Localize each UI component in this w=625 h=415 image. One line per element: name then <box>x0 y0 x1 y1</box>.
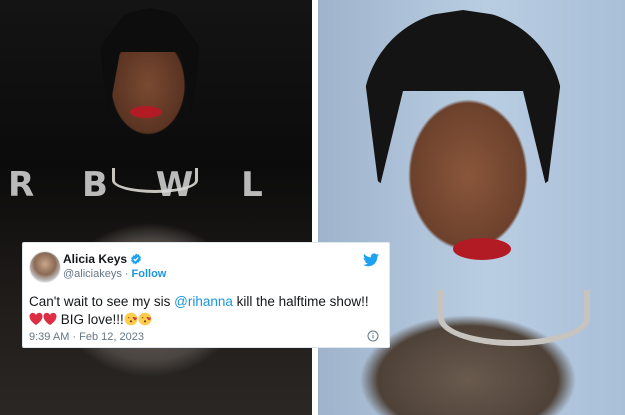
red-heart-icon <box>29 312 43 326</box>
info-icon[interactable] <box>367 330 379 342</box>
mention-link[interactable]: @rihanna <box>174 294 233 309</box>
tweet-line-2-text: BIG love!!! <box>57 312 124 327</box>
necklace <box>438 290 590 346</box>
author-handle[interactable]: @aliciakeys <box>63 268 122 280</box>
kiss-face-icon <box>138 312 152 326</box>
follow-button[interactable]: Follow <box>132 268 167 280</box>
twitter-bird-icon[interactable] <box>363 253 379 267</box>
tweet-timestamp[interactable]: 9:39 AM · Feb 12, 2023 <box>29 331 144 343</box>
hair <box>363 10 563 190</box>
tweet-text-before: Can't wait to see my sis <box>29 294 175 309</box>
lips <box>453 238 511 260</box>
author-handle-row: @aliciakeys · Follow <box>63 268 166 280</box>
stage-backdrop-text: R B W L <box>8 165 281 205</box>
red-heart-icon <box>43 312 57 326</box>
hair <box>100 8 200 118</box>
separator: · <box>124 268 129 280</box>
verified-badge-icon <box>131 253 141 265</box>
author-display-name[interactable]: Alicia Keys <box>63 252 127 266</box>
avatar[interactable] <box>29 251 61 283</box>
tweet-text: Can't wait to see my sis @rihanna kill t… <box>29 293 385 329</box>
embedded-tweet-card[interactable]: Alicia Keys @aliciakeys · Follow Can't w… <box>22 242 390 348</box>
tweet-text-after: kill the halftime show!! <box>232 294 369 309</box>
author-name-row: Alicia Keys <box>63 252 142 266</box>
right-photo <box>318 0 625 415</box>
kiss-face-icon <box>124 312 138 326</box>
lips <box>130 106 162 118</box>
tweet-line-1: Can't wait to see my sis @rihanna kill t… <box>29 293 385 311</box>
tweet-line-2: BIG love!!! <box>29 311 385 329</box>
left-photo: R B W L <box>0 0 312 415</box>
